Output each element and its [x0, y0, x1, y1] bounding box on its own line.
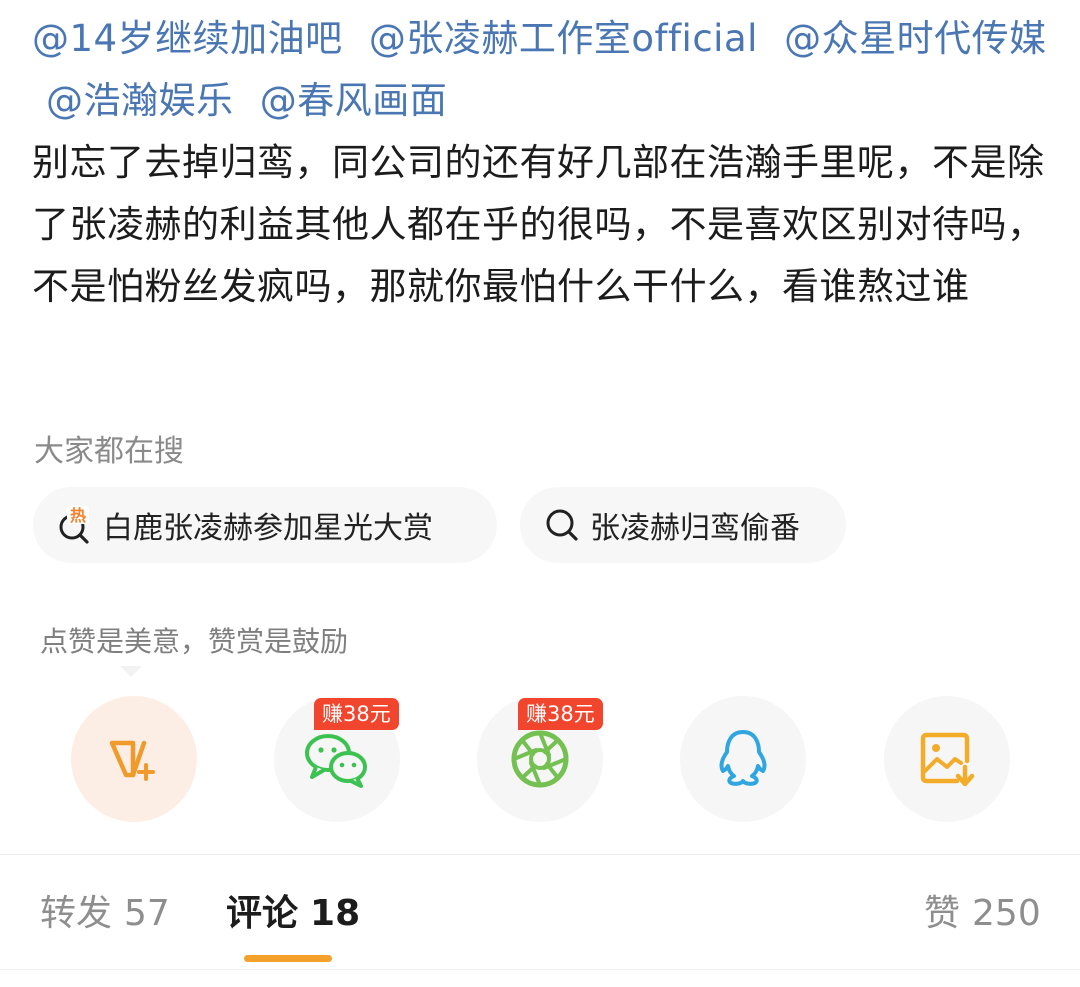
mention-link[interactable]: @浩瀚娱乐 — [46, 79, 234, 122]
qq-penguin-icon — [719, 730, 767, 786]
hot-search-icon: 热 — [59, 506, 89, 544]
mention-link[interactable]: @14岁继续加油吧 — [32, 17, 343, 60]
search-icon — [546, 509, 578, 541]
reward-hint: 点赞是美意，赞赏是鼓励 — [40, 625, 349, 658]
tab-comments-count: 18 — [310, 893, 361, 934]
save-image-button[interactable] — [884, 696, 1010, 822]
mention-link[interactable]: @张凌赫工作室official — [369, 17, 758, 60]
tab-likes[interactable]: 赞 250 — [924, 886, 1041, 942]
tab-likes-label: 赞 — [924, 893, 961, 934]
hot-search-chip-label: 白鹿张凌赫参加星光大赏 — [103, 511, 433, 546]
hot-search-title: 大家都在搜 — [34, 434, 184, 469]
v-plus-icon — [109, 740, 155, 781]
hot-search-chip[interactable]: 热 白鹿张凌赫参加星光大赏 — [33, 487, 497, 563]
vip-plus-button[interactable] — [71, 696, 197, 822]
hint-pointer — [120, 666, 142, 677]
moments-reward-badge: 赚38元 — [518, 698, 603, 730]
tab-likes-count: 250 — [972, 893, 1041, 934]
wechat-icon — [305, 734, 367, 788]
mentions-line: @14岁继续加油吧 @张凌赫工作室official @众星时代传媒 @浩瀚娱乐 … — [32, 8, 1052, 132]
tab-repost-count: 57 — [124, 893, 170, 934]
active-tab-indicator — [244, 955, 332, 962]
search-chip-label: 张凌赫归鸾偷番 — [590, 511, 800, 546]
tab-comments[interactable]: 评论 18 — [226, 886, 360, 942]
mention-link[interactable]: @春风画面 — [260, 79, 448, 122]
aperture-icon — [511, 730, 569, 788]
tab-repost[interactable]: 转发 57 — [40, 886, 170, 942]
section-divider — [0, 854, 1080, 855]
hot-tag: 热 — [70, 506, 86, 525]
post-body: @14岁继续加油吧 @张凌赫工作室official @众星时代传媒 @浩瀚娱乐 … — [32, 8, 1052, 318]
post-paragraph: 别忘了去掉归鸾，同公司的还有好几部在浩瀚手里呢，不是除了张凌赫的利益其他人都在乎… — [32, 141, 1045, 308]
save-image-icon — [920, 732, 975, 787]
search-chip[interactable]: 张凌赫归鸾偷番 — [520, 487, 846, 563]
wechat-reward-badge: 赚38元 — [314, 698, 399, 730]
tab-repost-label: 转发 — [40, 893, 113, 934]
qq-share-button[interactable] — [680, 696, 806, 822]
tab-comments-label: 评论 — [226, 893, 299, 934]
mention-link[interactable]: @众星时代传媒 — [784, 17, 1047, 60]
bottom-divider — [0, 969, 1080, 970]
